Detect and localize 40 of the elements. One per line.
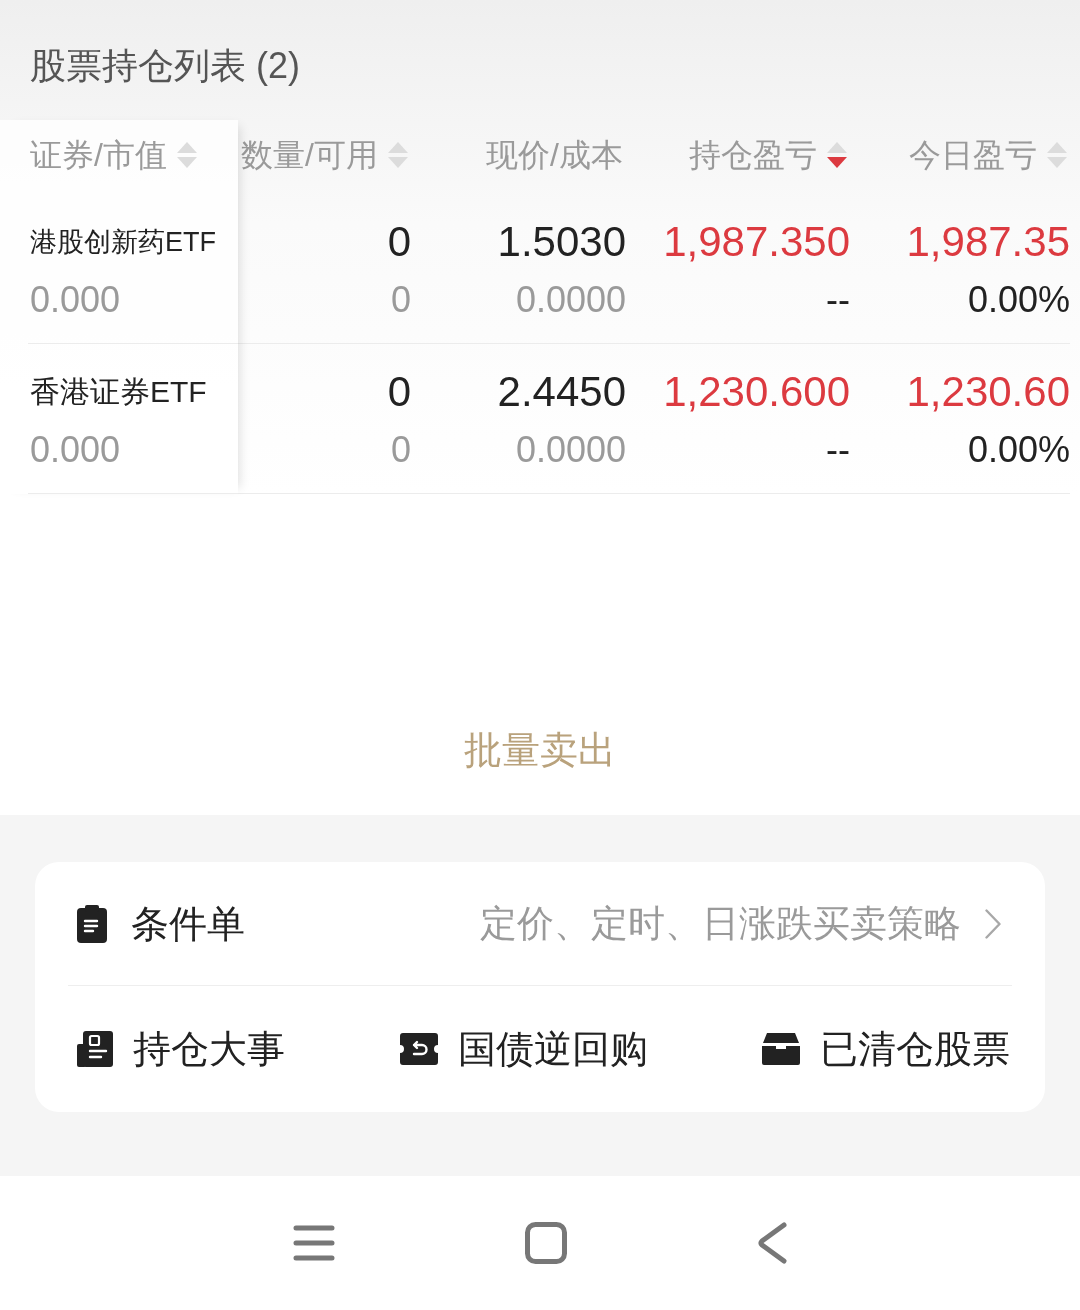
market-value: 0.000: [30, 428, 121, 472]
current-price: 1.5030: [497, 218, 626, 266]
current-price: 2.4450: [497, 368, 626, 416]
market-value: 0.000: [30, 278, 121, 322]
sort-header[interactable]: 今日盈亏: [909, 135, 1067, 175]
conditional-order-item[interactable]: 条件单: [131, 899, 245, 948]
security-name: 香港证券ETF: [30, 374, 207, 410]
strategy-description: 定价、定时、日涨跌买卖策略: [480, 901, 961, 946]
batch-sell-button[interactable]: 批量卖出: [464, 725, 616, 775]
archive-box-icon: [762, 1033, 800, 1065]
available-quantity: 0: [390, 428, 411, 472]
sort-header[interactable]: 数量/可用: [241, 135, 408, 175]
today-pnl-ratio: 0.00%: [967, 278, 1070, 322]
sort-header[interactable]: 持仓盈亏: [689, 135, 847, 175]
cost-price: 0.0000: [515, 278, 626, 322]
position-pnl-ratio: --: [826, 278, 850, 322]
quantity: 0: [387, 218, 411, 266]
cost-price: 0.0000: [515, 428, 626, 472]
shortcut-button[interactable]: 已清仓股票: [762, 1025, 1010, 1073]
column-header: 现价/成本: [486, 136, 623, 175]
today-pnl: 1,987.35: [906, 218, 1070, 266]
back-icon[interactable]: [757, 1222, 787, 1264]
newspaper-icon: [77, 1031, 113, 1067]
ticket-icon: [399, 1033, 438, 1065]
quantity: 0: [387, 368, 411, 416]
sort-header[interactable]: 证券/市值: [30, 135, 197, 175]
position-pnl: 1,987.350: [663, 218, 850, 266]
section-title: 股票持仓列表 (2): [30, 44, 300, 88]
shortcut-button[interactable]: 持仓大事: [77, 1025, 285, 1073]
clipboard-icon: [77, 904, 107, 943]
today-pnl-ratio: 0.00%: [967, 428, 1070, 472]
menu-icon[interactable]: [293, 1225, 335, 1261]
shortcut-button[interactable]: 国债逆回购: [399, 1025, 648, 1073]
position-pnl: 1,230.600: [663, 368, 850, 416]
square-icon[interactable]: [525, 1222, 567, 1264]
available-quantity: 0: [390, 278, 411, 322]
position-pnl-ratio: --: [826, 428, 850, 472]
today-pnl: 1,230.60: [906, 368, 1070, 416]
security-name: 港股创新药ETF: [30, 226, 216, 259]
chevron-right-icon: [985, 908, 1001, 939]
